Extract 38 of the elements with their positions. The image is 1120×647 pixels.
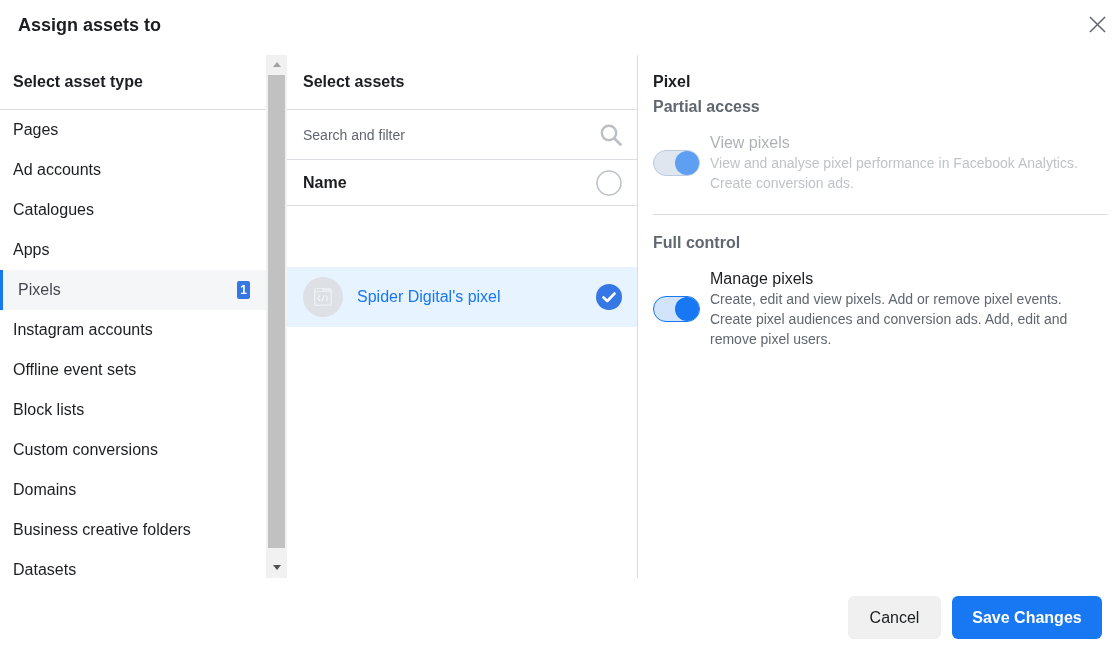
- section-title: Pixel: [653, 72, 692, 92]
- group-heading: Partial access: [653, 97, 761, 117]
- count-badge: 1: [237, 281, 250, 299]
- asset-type-item[interactable]: Custom conversions: [0, 430, 266, 470]
- asset-name: Spider Digital's pixel: [357, 288, 502, 306]
- asset-row[interactable]: Spider Digital's pixel: [287, 267, 637, 327]
- option-description: View and analyse pixel performance in Facebook Analytics. Create conversion ads.: [710, 154, 1079, 193]
- option-label: View pixels: [710, 133, 791, 153]
- close-icon[interactable]: [1089, 16, 1106, 33]
- dialog-title: Assign assets to: [18, 14, 162, 37]
- option-description: Create, edit and view pixels. Add or remove pixel events. Create pixel audiences and conversion ads. Add, edit and remove pixel users.: [710, 290, 1069, 349]
- search-field[interactable]: Search and filter: [303, 119, 592, 150]
- scroll-down-icon[interactable]: [272, 565, 281, 570]
- asset-type-item[interactable]: Offline event sets: [0, 350, 266, 390]
- asset-type-item[interactable]: Apps: [0, 230, 266, 270]
- search-icon: [600, 123, 622, 146]
- toggle-switch[interactable]: [653, 296, 700, 322]
- group-heading: Full control: [653, 233, 742, 253]
- asset-type-item[interactable]: Datasets: [0, 550, 266, 590]
- asset-type-item[interactable]: Business creative folders: [0, 510, 266, 550]
- scroll-up-icon[interactable]: [272, 62, 281, 67]
- row-checkbox[interactable]: [596, 284, 622, 310]
- asset-type-item[interactable]: Ad accounts: [0, 150, 266, 190]
- asset-type-item[interactable]: Pixels 1: [0, 270, 266, 310]
- asset-type-item[interactable]: Block lists: [0, 390, 266, 430]
- asset-type-item[interactable]: Domains: [0, 470, 266, 510]
- select-all-checkbox[interactable]: [596, 169, 622, 196]
- column-heading: Select assets: [287, 55, 637, 110]
- asset-type-item[interactable]: Instagram accounts: [0, 310, 266, 350]
- scrollbar[interactable]: [266, 55, 287, 578]
- column-header: Name: [303, 173, 347, 192]
- save-button[interactable]: Save Changes: [952, 596, 1102, 639]
- asset-type-item[interactable]: Pages: [0, 110, 266, 150]
- asset-type-item[interactable]: Catalogues: [0, 190, 266, 230]
- code-window-icon: [303, 277, 343, 317]
- option-label: Manage pixels: [710, 269, 815, 289]
- scrollbar-thumb[interactable]: [268, 75, 285, 548]
- cancel-button[interactable]: Cancel: [848, 596, 941, 639]
